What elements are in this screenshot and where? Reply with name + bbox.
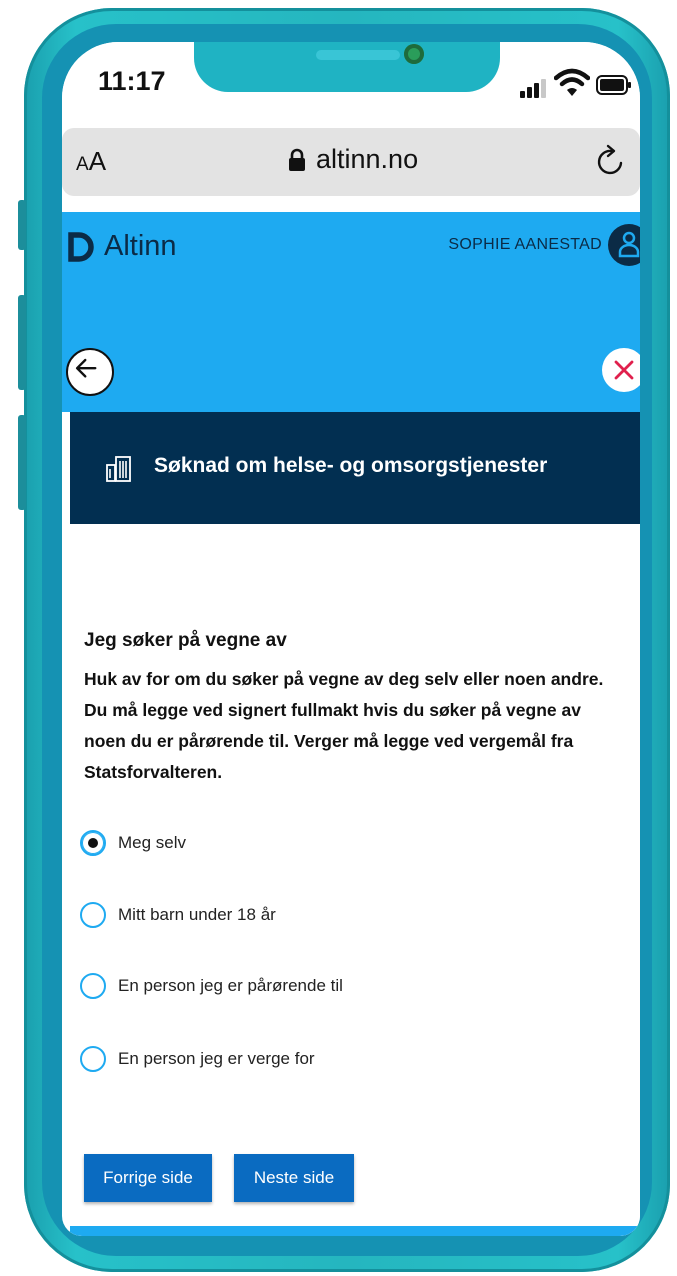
radio-option-mitt-barn[interactable]: Mitt barn under 18 år	[80, 902, 276, 928]
phone-volume-down	[18, 415, 26, 510]
form-title: Søknad om helse- og omsorgstjenester	[154, 454, 548, 477]
notch	[194, 42, 500, 92]
altinn-logo[interactable]: Altinn	[68, 230, 177, 263]
question-heading: Jeg søker på vegne av	[84, 630, 287, 651]
radio-option-parorende[interactable]: En person jeg er pårørende til	[80, 973, 343, 999]
building-icon	[106, 456, 131, 482]
help-text: Huk av for om du søker på vegne av deg s…	[84, 669, 604, 782]
status-time: 11:17	[98, 66, 166, 96]
user-avatar[interactable]	[608, 224, 640, 266]
previous-page-button[interactable]: Forrige side	[84, 1154, 212, 1202]
phone-volume-up	[18, 295, 26, 390]
lock-icon	[289, 148, 305, 171]
close-icon	[614, 360, 634, 380]
bottom-strip	[70, 1226, 640, 1236]
next-page-button[interactable]: Neste side	[234, 1154, 354, 1202]
form-title-banner: Søknad om helse- og omsorgstjenester	[70, 412, 640, 524]
wifi-icon	[554, 68, 590, 96]
reload-icon[interactable]	[594, 144, 628, 178]
back-button[interactable]	[66, 348, 114, 396]
radio-option-verge[interactable]: En person jeg er verge for	[80, 1046, 315, 1072]
radio-label: Meg selv	[118, 833, 187, 852]
status-bar: 11:17	[62, 42, 640, 126]
close-button[interactable]	[602, 348, 640, 392]
radio-button[interactable]	[80, 902, 106, 928]
front-camera	[404, 44, 424, 64]
back-arrow-icon	[75, 358, 97, 378]
radio-option-meg-selv[interactable]: Meg selv	[80, 830, 186, 856]
user-name[interactable]: SOPHIE AANESTAD	[448, 236, 602, 254]
radio-button[interactable]	[80, 1046, 106, 1072]
user-icon	[618, 231, 640, 258]
browser-address-bar[interactable]: AA altinn.no	[62, 128, 640, 196]
url-text[interactable]: altinn.no	[316, 144, 418, 175]
radio-label: En person jeg er pårørende til	[118, 976, 343, 995]
radio-button-checked[interactable]	[80, 830, 106, 856]
form-content: Jeg søker på vegne av Huk av for om du s…	[70, 524, 640, 1236]
app-header: Altinn SOPHIE AANESTAD	[62, 212, 640, 412]
logo-text: Altinn	[104, 230, 177, 262]
radio-button[interactable]	[80, 973, 106, 999]
phone-screen: 11:17 AA altinn.no Altinn SOPHIE AANESTA…	[62, 42, 640, 1236]
radio-label: En person jeg er verge for	[118, 1049, 315, 1068]
altinn-logo-mark	[68, 231, 94, 262]
cellular-signal-icon	[520, 78, 548, 98]
battery-icon	[596, 75, 631, 95]
phone-silent-switch	[18, 200, 26, 250]
text-size-button[interactable]: AA	[76, 146, 106, 177]
radio-label: Mitt barn under 18 år	[118, 905, 276, 924]
speaker	[316, 50, 400, 60]
